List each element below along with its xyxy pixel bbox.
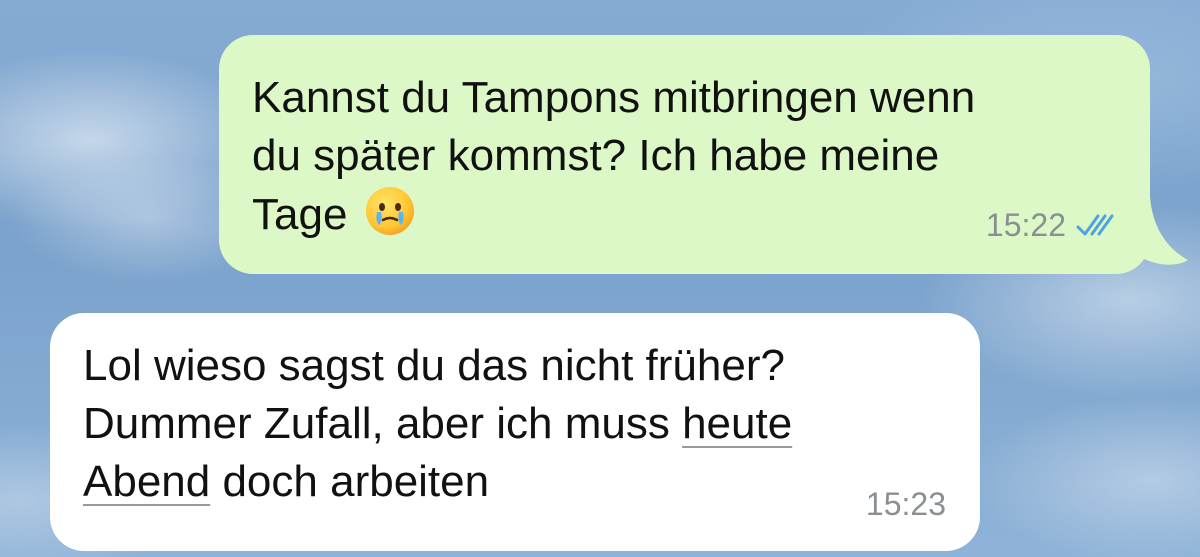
face-holding-back-tears-icon xyxy=(365,187,414,235)
message-line: Dummer Zufall, aber ich muss heute xyxy=(83,395,940,453)
message-line-last: Tage xyxy=(252,185,1110,244)
message-time: 15:23 xyxy=(865,486,946,522)
incoming-message-bubble[interactable]: Lol wieso sagst du das nicht früher? Dum… xyxy=(50,313,980,551)
message-line-text: Dummer Zufall, aber ich muss xyxy=(83,399,683,448)
date-link-heute[interactable]: heute xyxy=(682,399,792,448)
incoming-message-text: Lol wieso sagst du das nicht früher? Dum… xyxy=(83,337,940,511)
message-line: du später kommst? Ich habe meine xyxy=(252,131,940,180)
message-line: Kannst du Tampons mitbringen wenn xyxy=(252,73,976,122)
message-line: Abend doch arbeiten xyxy=(83,453,940,511)
message-meta: 15:22 xyxy=(986,196,1124,254)
date-link-abend[interactable]: Abend xyxy=(83,457,210,506)
message-time: 15:22 xyxy=(985,207,1066,243)
message-meta: 15:23 xyxy=(866,475,946,533)
message-line-text: Tage xyxy=(252,190,348,239)
outgoing-message-text: Kannst du Tampons mitbringen wenn du spä… xyxy=(252,69,1110,244)
outgoing-message-bubble[interactable]: Kannst du Tampons mitbringen wenn du spä… xyxy=(219,35,1150,274)
double-check-read-icon xyxy=(1076,214,1114,236)
message-line: Lol wieso sagst du das nicht früher? xyxy=(83,341,785,390)
message-line-text: doch arbeiten xyxy=(210,457,490,506)
